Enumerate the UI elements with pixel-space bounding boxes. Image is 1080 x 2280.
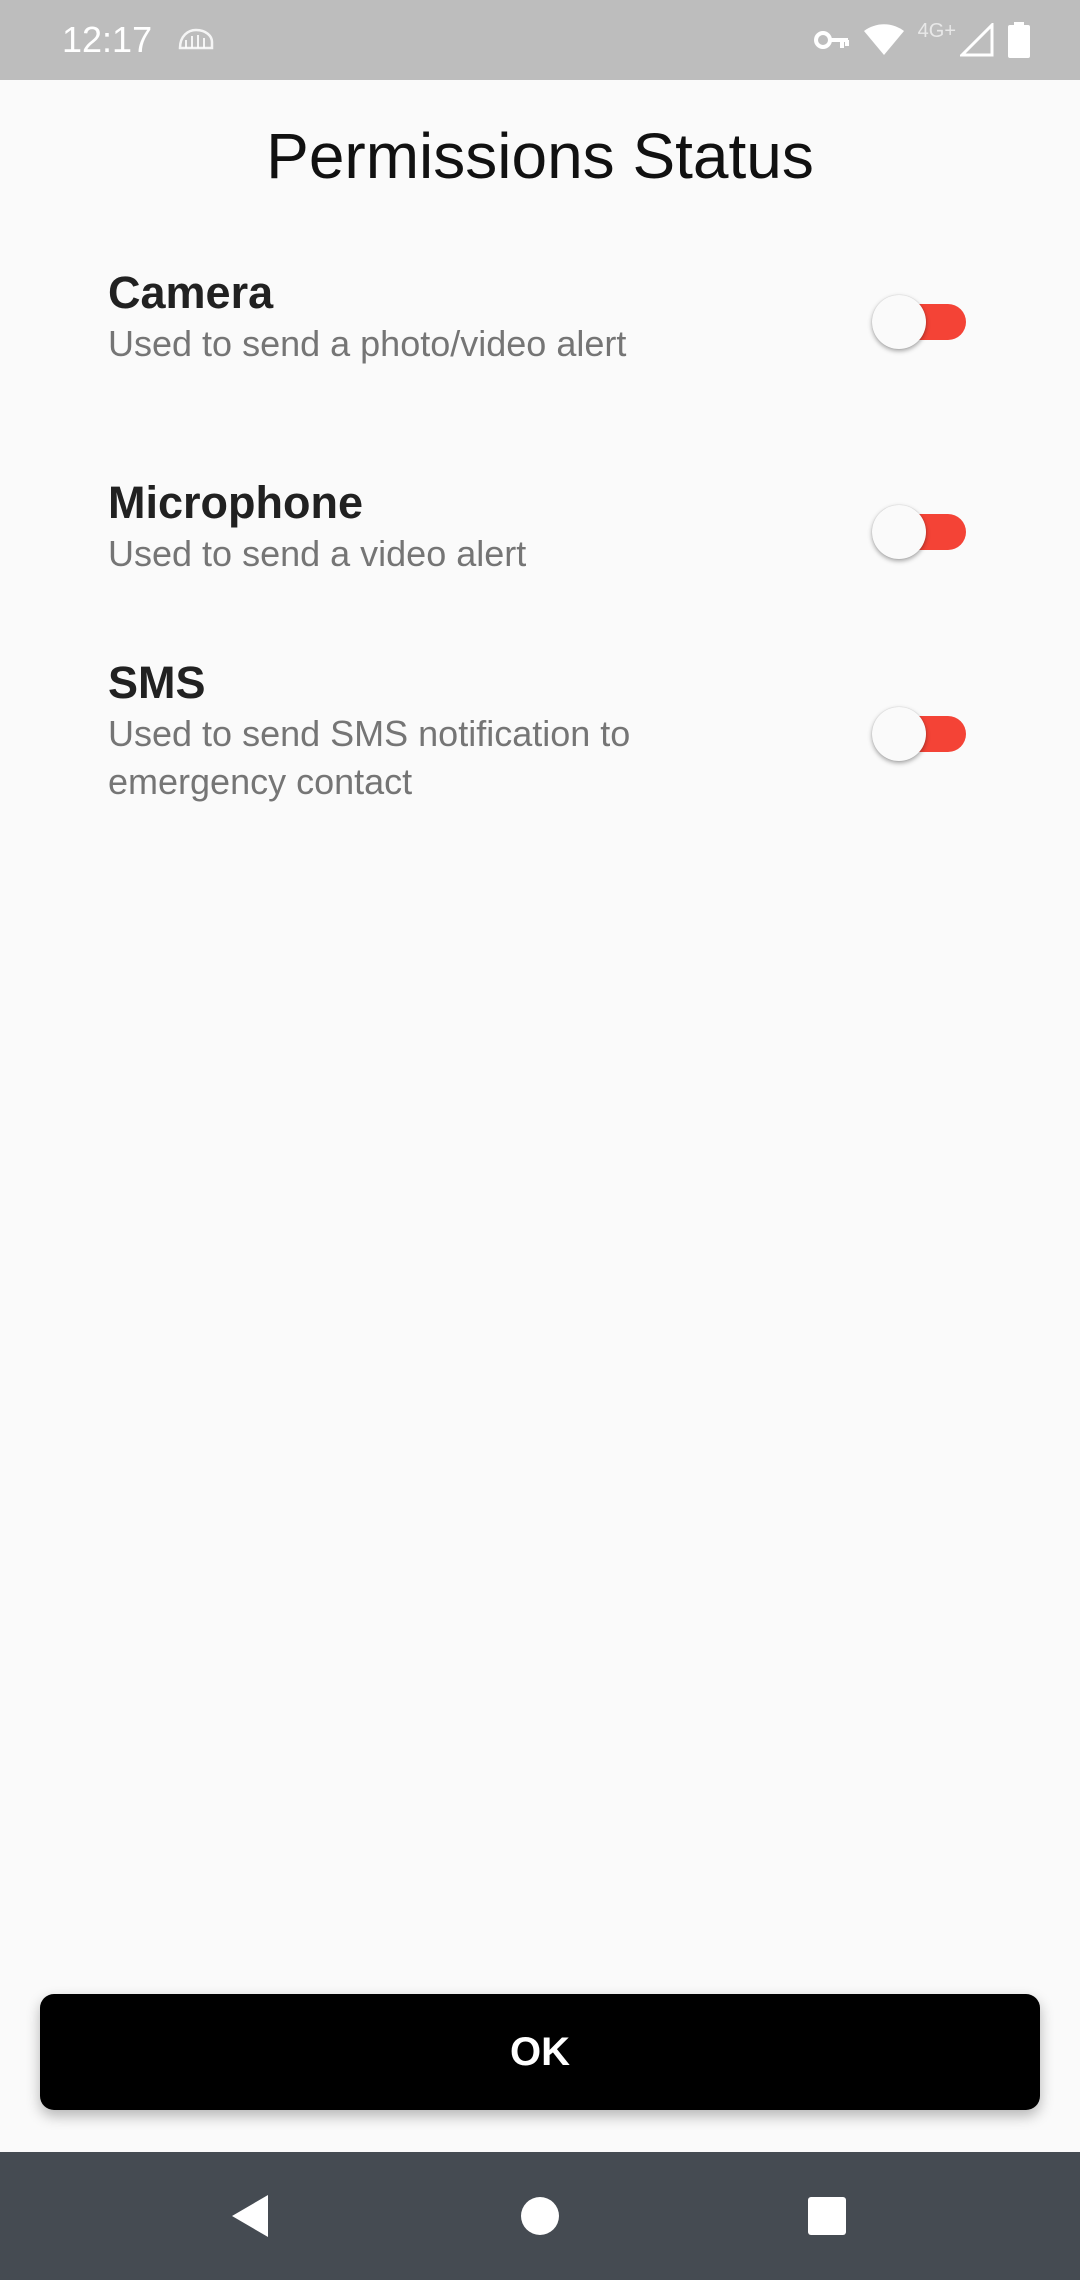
permission-name: Microphone <box>108 477 363 528</box>
permission-row-microphone: Microphone Used to send a video alert <box>108 476 968 578</box>
permission-row-sms: SMS Used to send SMS notification to eme… <box>108 656 968 806</box>
wifi-icon <box>863 24 904 56</box>
network-type-label: 4G+ <box>917 19 956 42</box>
navigation-bar <box>0 2152 1080 2280</box>
signal-icon <box>960 23 994 57</box>
toggle-thumb <box>872 707 926 761</box>
status-icons: 4G+ <box>813 18 1030 62</box>
permissions-screen: 12:17 4G+ Permissions Status Camera Used… <box>0 0 1080 2280</box>
permission-row-camera: Camera Used to send a photo/video alert <box>108 266 968 368</box>
vpn-key-icon <box>813 28 850 52</box>
home-icon[interactable] <box>510 2186 570 2246</box>
toggle-thumb <box>872 505 926 559</box>
permission-description: Used to send a video alert <box>108 533 527 574</box>
ok-button[interactable]: OK <box>40 1994 1040 2110</box>
status-time: 12:17 <box>62 19 153 60</box>
back-icon[interactable] <box>220 2186 280 2246</box>
permission-name: SMS <box>108 657 206 708</box>
toggle-thumb <box>872 295 926 349</box>
permission-description: Used to send SMS notification to emergen… <box>108 713 631 802</box>
notification-icon <box>176 26 216 54</box>
battery-icon <box>1008 22 1030 58</box>
camera-toggle[interactable] <box>872 292 968 352</box>
microphone-toggle[interactable] <box>872 502 968 562</box>
sms-toggle[interactable] <box>872 704 968 764</box>
permission-name: Camera <box>108 267 274 318</box>
page-title: Permissions Status <box>266 120 814 192</box>
status-bar: 12:17 4G+ <box>0 0 1080 80</box>
permission-description: Used to send a photo/video alert <box>108 323 627 364</box>
recents-icon[interactable] <box>797 2186 857 2246</box>
